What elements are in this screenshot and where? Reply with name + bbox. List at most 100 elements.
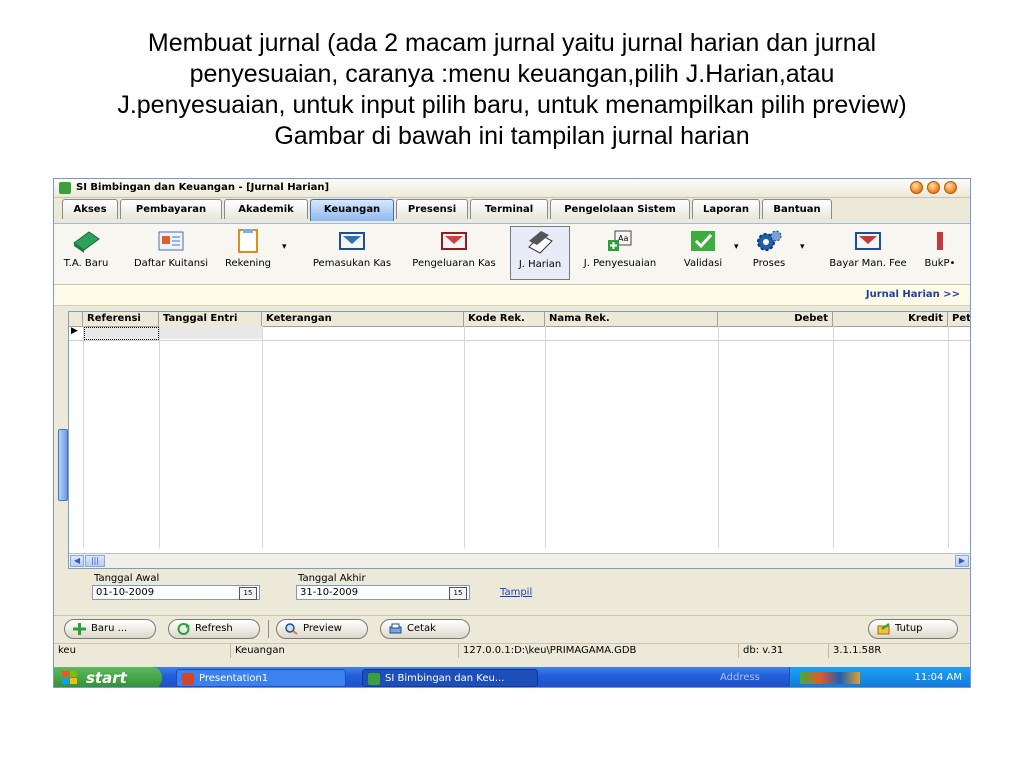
tanggal-awal-value: 01-10-2009 [96,587,155,598]
maximize-icon[interactable] [927,181,940,194]
adjustment-journal-icon: Aa [608,230,632,251]
refresh-button[interactable]: Refresh [168,619,260,639]
taskbar: start Presentation1 SI Bimbingan dan Keu… [54,667,970,687]
j-penyesuaian-label: J. Penyesuaian [583,258,657,269]
tanggal-awal-field[interactable]: 01-10-2009 15 [92,585,260,600]
start-label: start [86,669,127,687]
col-kredit[interactable]: Kredit [833,312,948,326]
validasi-button[interactable]: Validasi [678,226,728,280]
caption-line-1: Membuat jurnal (ada 2 macam jurnal yaitu… [147,29,877,57]
scroll-thumb[interactable]: ||| [85,555,105,567]
tab-keuangan[interactable]: Keuangan [310,199,394,221]
proses-button[interactable]: Proses [744,226,794,280]
active-cell[interactable] [84,327,159,340]
pengeluaran-kas-button[interactable]: Pengeluaran Kas [406,226,502,280]
horizontal-scrollbar[interactable]: ◀ ||| ▶ [69,553,970,568]
taskbar-item-presentation[interactable]: Presentation1 [176,669,346,687]
start-button[interactable]: start [54,667,162,687]
calendar-icon[interactable]: 15 [239,587,257,600]
pemasukan-kas-button[interactable]: Pemasukan Kas [306,226,398,280]
windows-logo-icon [62,671,77,684]
grid-line [545,326,546,548]
daily-journal-icon [528,231,553,254]
validasi-label: Validasi [683,258,723,269]
app-icon [59,182,71,194]
ta-baru-button[interactable]: T.A. Baru [56,226,116,280]
rekening-dropdown-icon[interactable]: ▾ [282,242,287,252]
tab-bantuan[interactable]: Bantuan [762,199,832,219]
rekening-button[interactable]: Rekening [220,226,276,280]
col-tanggal-entri[interactable]: Tanggal Entri [159,312,262,326]
minimize-icon[interactable] [910,181,923,194]
bayar-man-fee-label: Bayar Man. Fee [829,258,907,269]
side-collapse-handle[interactable] [58,429,68,501]
col-pet[interactable]: Pet [948,312,970,326]
row-indicator-header [69,312,83,326]
action-bar: Baru ... Refresh Preview Cetak Tutup [54,615,970,642]
caption-line-4: Gambar di bawah ini tampilan jurnal hari… [274,122,750,150]
new-year-icon [73,231,100,253]
tab-akademik[interactable]: Akademik [224,199,308,219]
tanggal-akhir-label: Tanggal Akhir [298,573,366,584]
cetak-button[interactable]: Cetak [380,619,470,639]
tab-pembayaran[interactable]: Pembayaran [120,199,222,219]
status-user: keu [58,645,76,656]
scroll-right-icon[interactable]: ▶ [955,555,969,567]
cash-out-icon [441,232,467,250]
proses-dropdown-icon[interactable]: ▾ [800,242,805,252]
close-icon[interactable] [944,181,957,194]
baru-button[interactable]: Baru ... [64,619,156,639]
tab-pengelolaan-sistem[interactable]: Pengelolaan Sistem [550,199,690,219]
baru-label: Baru ... [91,623,128,634]
receipt-icon [158,231,184,251]
col-nama-rek[interactable]: Nama Rek. [545,312,718,326]
col-keterangan[interactable]: Keterangan [262,312,464,326]
preview-button[interactable]: Preview [276,619,368,639]
status-app-version: 3.1.1.58R [828,644,970,658]
scroll-left-icon[interactable]: ◀ [70,555,84,567]
table-row[interactable]: ▶ [69,326,970,341]
col-debet[interactable]: Debet [718,312,833,326]
daftar-kuitansi-button[interactable]: Daftar Kuitansi [128,226,214,280]
tab-laporan[interactable]: Laporan [692,199,760,219]
ta-baru-label: T.A. Baru [63,258,109,269]
tampil-link[interactable]: Tampil [500,587,532,598]
cetak-label: Cetak [407,623,436,634]
caption-line-2: penyesuaian, caranya :menu keuangan,pili… [189,60,835,88]
status-module: Keuangan [230,644,458,658]
window-titlebar: SI Bimbingan dan Keuangan - [Jurnal Hari… [54,179,970,198]
status-database: 127.0.0.1:D:\keu\PRIMAGAMA.GDB [458,644,738,658]
tray-icons[interactable] [800,672,860,684]
grid-line [464,326,465,548]
tanggal-akhir-field[interactable]: 31-10-2009 15 [296,585,470,600]
tanggal-awal-label: Tanggal Awal [94,573,160,584]
validasi-dropdown-icon[interactable]: ▾ [734,242,739,252]
divider [268,620,269,638]
clock: 11:04 AM [914,672,962,683]
j-penyesuaian-button[interactable]: Aa J. Penyesuaian [574,226,666,280]
grid-line [83,326,84,548]
caption-line-3: J.penyesuaian, untuk input pilih baru, u… [117,91,907,119]
col-referensi[interactable]: Referensi [83,312,159,326]
calendar-icon[interactable]: 15 [449,587,467,600]
bukp-button[interactable]: BukP• [920,226,960,280]
bayar-man-fee-button[interactable]: Bayar Man. Fee [820,226,916,280]
address-label[interactable]: Address [720,672,760,683]
tab-presensi[interactable]: Presensi [396,199,468,219]
fee-payment-icon [855,232,881,250]
tab-terminal[interactable]: Terminal [470,199,548,219]
svg-text:Aa: Aa [618,234,628,243]
proses-label: Proses [752,258,786,269]
j-harian-button[interactable]: J. Harian [510,226,570,280]
cell-tanggal-entri[interactable] [159,326,262,339]
grid-line [159,326,160,548]
toolbar: T.A. Baru Daftar Kuitansi Rekening ▾ Pem… [54,223,970,285]
col-kode-rek[interactable]: Kode Rek. [464,312,545,326]
taskbar-item-si-bimbingan[interactable]: SI Bimbingan dan Keu... [362,669,538,687]
date-filter: Tanggal Awal 01-10-2009 15 Tanggal Akhir… [54,571,970,613]
tab-akses[interactable]: Akses [62,199,118,219]
tutup-button[interactable]: Tutup [868,619,958,639]
bukp-label: BukP• [924,258,956,269]
preview-label: Preview [303,623,342,634]
journal-grid[interactable]: Referensi Tanggal Entri Keterangan Kode … [68,311,970,569]
